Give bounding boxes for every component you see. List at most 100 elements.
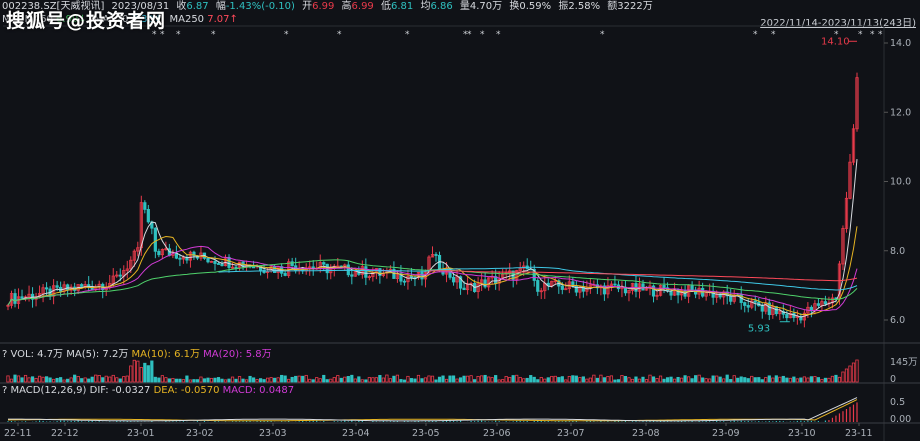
volume-bar <box>427 375 431 383</box>
time-axis-label: 23-11 <box>845 428 873 439</box>
volume-bar <box>304 374 308 383</box>
volume-bar <box>276 377 280 383</box>
volume-bar <box>69 377 73 383</box>
volume-bar <box>244 379 249 383</box>
volume-bar <box>311 379 315 383</box>
volume-bar <box>658 375 663 383</box>
event-star-icon: * <box>600 30 605 40</box>
vol-ma10: MA(10): 6.1万 <box>131 349 200 360</box>
volume-bar <box>16 375 21 383</box>
candle-body <box>560 285 564 290</box>
volume-bar <box>711 375 715 383</box>
volume-bar <box>392 375 396 383</box>
time-axis-label: 22-11 <box>4 428 32 439</box>
event-star-icon: * <box>405 30 410 40</box>
volume-bar <box>346 376 350 383</box>
volume-bar <box>181 379 186 383</box>
volume-bar <box>220 378 224 383</box>
vol-settings-icon[interactable]: ? <box>2 349 7 360</box>
volume-bar <box>258 378 263 383</box>
volume-bar <box>104 375 108 383</box>
volume-bar <box>385 374 389 383</box>
volume-bar <box>395 374 400 383</box>
volume-bar <box>813 376 817 383</box>
macd-dea: DEA: -0.0570 <box>153 385 220 396</box>
volume-bar <box>757 377 761 383</box>
volume-bar <box>697 374 701 383</box>
volume-bar <box>508 376 512 383</box>
volume-bar <box>627 377 631 383</box>
volume-bar <box>101 377 105 383</box>
volume-bar <box>490 377 494 383</box>
time-axis-label: 23-07 <box>557 428 585 439</box>
volume-bar <box>353 378 357 383</box>
volume-bar <box>192 379 196 383</box>
volume-bar <box>90 376 94 383</box>
volume-bar <box>648 374 652 383</box>
volume-bar <box>823 377 828 383</box>
volume-bar <box>623 375 628 383</box>
volume-bar <box>48 377 52 383</box>
candle-body <box>283 272 287 276</box>
volume-bar <box>669 376 673 383</box>
time-axis-label: 23-02 <box>186 428 214 439</box>
price-axis-label: 8.0 <box>890 246 905 257</box>
candle-body <box>434 254 438 256</box>
volume-bar <box>129 365 133 383</box>
volume-bar <box>27 377 31 383</box>
volume-bar <box>66 378 70 383</box>
volume-bar <box>718 376 722 383</box>
candle-body <box>44 287 49 290</box>
volume-bar <box>715 375 719 383</box>
volume-bar <box>465 375 470 383</box>
volume-bar <box>388 378 393 383</box>
volume-bar <box>599 374 603 383</box>
event-star-icon: * <box>496 30 501 40</box>
volume-bar <box>732 375 736 383</box>
volume-bar <box>20 377 24 383</box>
volume-bar <box>136 360 140 383</box>
volume-bar <box>515 374 519 383</box>
volume-bar <box>441 375 445 383</box>
volume-bar <box>188 379 193 383</box>
volume-bar <box>315 377 319 383</box>
macd-settings-icon[interactable]: ? <box>2 385 7 396</box>
volume-bar <box>722 378 726 383</box>
volume-bar <box>827 377 831 383</box>
candle-body <box>346 264 350 276</box>
volume-bar <box>294 375 298 383</box>
volume-bar <box>851 362 856 383</box>
volume-bar <box>44 376 49 383</box>
time-axis-label: 23-04 <box>342 428 370 439</box>
volume-bar <box>785 377 789 383</box>
candle-body <box>613 283 617 286</box>
candle-body <box>746 305 750 308</box>
volume-bar <box>350 374 354 383</box>
macd-axis-top: 0.5 <box>890 397 905 408</box>
volume-bar <box>683 375 687 383</box>
volume-bar <box>143 362 147 383</box>
candle-body <box>743 302 747 306</box>
volume-bar <box>290 376 294 383</box>
volume-bar <box>171 378 175 383</box>
candle-body <box>402 280 407 283</box>
candle-body <box>462 287 466 291</box>
volume-bar <box>585 378 589 383</box>
candlestick-chart[interactable]: 14.0 12.0 10.0 8.0 6.0 22-11 22-12 23-01 23-02 23… <box>0 0 920 441</box>
volume-bar <box>592 374 596 383</box>
volume-bar <box>52 378 56 383</box>
volume-bar <box>529 375 533 383</box>
volume-bar <box>613 379 617 383</box>
volume-bar <box>41 376 45 383</box>
candle-body <box>451 276 456 283</box>
volume-bar <box>62 379 66 383</box>
volume-bar <box>750 375 754 383</box>
volume-bar <box>325 379 329 383</box>
event-star-icon: * <box>211 30 216 40</box>
volume-bar <box>532 376 536 383</box>
candle-body <box>662 285 666 289</box>
volume-bar <box>230 376 235 383</box>
volume-bar <box>301 375 305 383</box>
volume-bar <box>125 375 129 383</box>
vol-axis-top: 145万 <box>890 357 918 368</box>
